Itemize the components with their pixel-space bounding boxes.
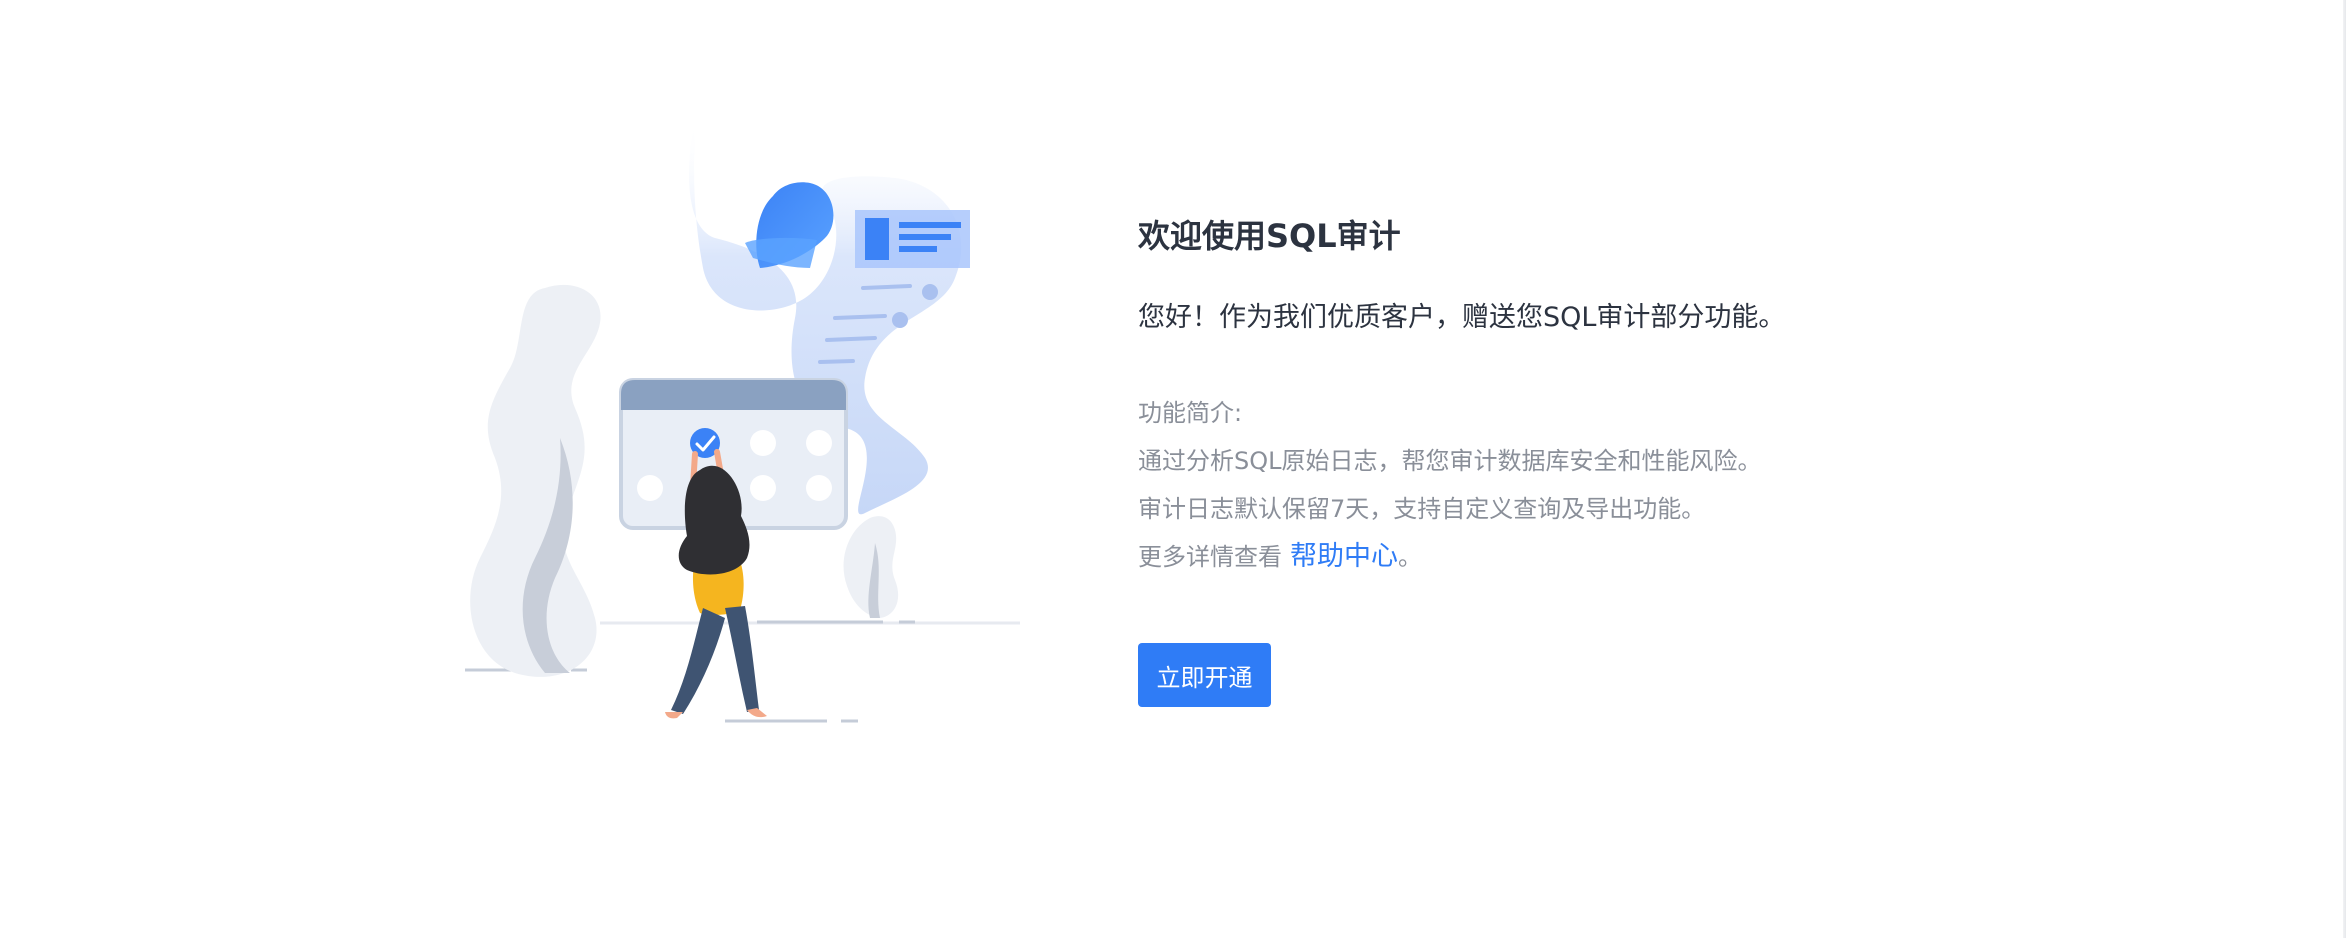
greeting-text: 您好！作为我们优质客户，赠送您SQL审计部分功能。 bbox=[1138, 302, 1786, 333]
intro-line: 审计日志默认保留7天，支持自定义查询及导出功能。 bbox=[1138, 495, 1706, 523]
small-plant-icon bbox=[843, 516, 899, 618]
intro-line: 通过分析SQL原始日志，帮您审计数据库安全和性能风险。 bbox=[1138, 447, 1762, 475]
welcome-content: 欢迎使用SQL审计 您好！作为我们优质客户，赠送您SQL审计部分功能。 功能简介… bbox=[1138, 210, 1938, 707]
more-details-suffix: 。 bbox=[1398, 543, 1422, 571]
plant-icon bbox=[470, 284, 601, 677]
page-title: 欢迎使用SQL审计 bbox=[1138, 217, 1401, 255]
feature-intro: 功能简介: 通过分析SQL原始日志，帮您审计数据库安全和性能风险。 审计日志默认… bbox=[1138, 389, 1938, 581]
help-center-link[interactable]: 帮助中心 bbox=[1290, 541, 1398, 572]
intro-heading: 功能简介: bbox=[1138, 399, 1243, 427]
more-details-text: 更多详情查看 bbox=[1138, 543, 1282, 571]
more-details-line: 更多详情查看 帮助中心。 bbox=[1138, 533, 1938, 581]
welcome-illustration bbox=[455, 118, 1025, 733]
activate-now-button[interactable]: 立即开通 bbox=[1138, 643, 1271, 707]
